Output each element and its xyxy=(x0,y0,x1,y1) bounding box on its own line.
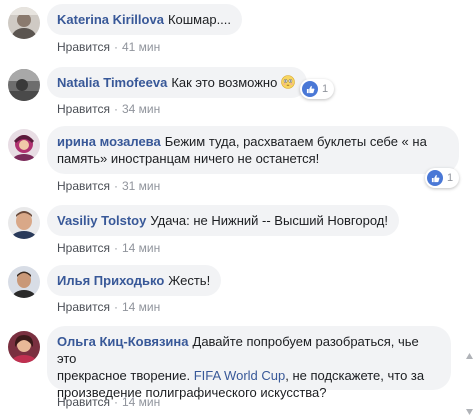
comment-bubble: Vasiliy Tolstoy Удача: не Нижний -- Высши… xyxy=(47,205,399,236)
timestamp[interactable]: 14 мин xyxy=(122,300,160,314)
separator: · xyxy=(113,40,118,54)
comment-author[interactable]: Natalia Timofeeva xyxy=(57,75,167,90)
page-mention[interactable]: FIFA World Cup xyxy=(194,368,286,383)
comment-text: прекрасное творение. xyxy=(57,368,191,383)
comment-text: Как это возможно xyxy=(171,75,278,90)
comment-author[interactable]: Vasiliy Tolstoy xyxy=(57,213,146,228)
like-link[interactable]: Нравится xyxy=(57,395,110,409)
like-link[interactable]: Нравится xyxy=(57,300,110,314)
comment-actions: Нравится · 34 мин xyxy=(57,102,160,116)
comment-author[interactable]: Katerina Kirillova xyxy=(57,12,164,27)
like-link[interactable]: Нравится xyxy=(57,102,110,116)
scroll-up-icon[interactable] xyxy=(466,346,473,359)
like-link[interactable]: Нравится xyxy=(57,179,110,193)
flushed-face-emoji xyxy=(281,75,295,89)
timestamp[interactable]: 31 мин xyxy=(122,179,160,193)
comment-text: Удача: не Нижний -- Высший Новгород! xyxy=(150,213,388,228)
comment-actions: Нравится · 14 мин xyxy=(57,395,160,409)
reaction-count: 1 xyxy=(322,83,329,95)
avatar[interactable] xyxy=(8,7,40,39)
separator: · xyxy=(113,300,118,314)
comment-actions: Нравится · 41 мин xyxy=(57,40,160,54)
comment-bubble: Katerina Kirillova Кошмар.... xyxy=(47,4,243,35)
comment-text: память» иностранцам ничего не останется! xyxy=(57,151,320,166)
timestamp[interactable]: 34 мин xyxy=(122,102,160,116)
reaction-badge[interactable]: 1 xyxy=(425,168,460,188)
comment-text: Бежим туда, расхватаем буклеты себе « на xyxy=(164,134,427,149)
avatar[interactable] xyxy=(8,331,40,363)
like-link[interactable]: Нравится xyxy=(57,40,110,54)
comment-bubble: Ольга Киц-Ковязина Давайте попробуем разо… xyxy=(47,326,451,400)
like-icon xyxy=(427,170,443,186)
avatar[interactable] xyxy=(8,129,40,161)
scroll-down-icon[interactable] xyxy=(466,402,473,415)
comment-text: Жесть! xyxy=(168,273,211,288)
like-icon xyxy=(302,81,318,97)
comment-bubble: ирина мозалева Бежим туда, расхватаем бук… xyxy=(47,126,459,174)
timestamp[interactable]: 14 мин xyxy=(122,241,160,255)
comment-actions: Нравится · 31 мин xyxy=(57,179,160,193)
comment-text: Кошмар.... xyxy=(167,12,232,27)
comment-actions: Нравится · 14 мин xyxy=(57,300,160,314)
timestamp[interactable]: 14 мин xyxy=(122,395,160,409)
separator: · xyxy=(113,102,118,116)
comment-author[interactable]: Ольга Киц-Ковязина xyxy=(57,334,189,349)
separator: · xyxy=(113,179,118,193)
separator: · xyxy=(113,395,118,409)
comment-bubble: Илья Приходько Жесть! xyxy=(47,265,222,296)
comment-bubble: Natalia Timofeeva Как это возможно xyxy=(47,67,307,98)
reaction-count: 1 xyxy=(447,172,454,184)
separator: · xyxy=(113,241,118,255)
timestamp[interactable]: 41 мин xyxy=(122,40,160,54)
comment-author[interactable]: ирина мозалева xyxy=(57,134,161,149)
avatar[interactable] xyxy=(8,69,40,101)
like-link[interactable]: Нравится xyxy=(57,241,110,255)
avatar[interactable] xyxy=(8,207,40,239)
comment-actions: Нравится · 14 мин xyxy=(57,241,160,255)
comment-author[interactable]: Илья Приходько xyxy=(57,273,164,288)
comment-text: , не подскажете, что за xyxy=(285,368,425,383)
reaction-badge[interactable]: 1 xyxy=(300,79,335,99)
avatar[interactable] xyxy=(8,266,40,298)
